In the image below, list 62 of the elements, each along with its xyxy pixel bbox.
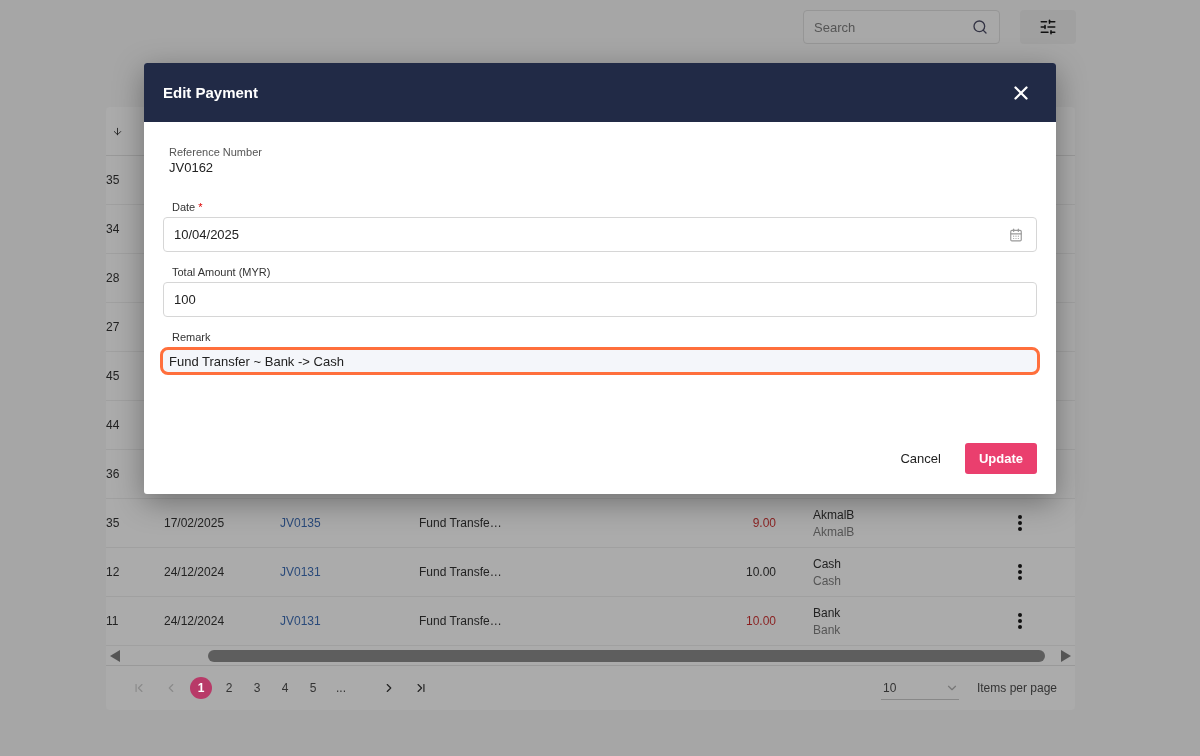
table-cell-text: Fund Transfe… <box>419 565 503 579</box>
table-cell-text: 44 <box>106 418 121 432</box>
input-field[interactable]: 100 <box>163 282 1037 317</box>
page-button[interactable]: 2 <box>218 677 240 699</box>
field-label: Reference Number <box>169 146 263 158</box>
reference-link[interactable]: JV0131 <box>280 614 419 628</box>
table-cell-text: 34 <box>106 222 121 236</box>
last-page-icon <box>414 681 428 695</box>
sort-arrow-icon[interactable] <box>112 125 123 137</box>
page-button[interactable]: 3 <box>246 677 268 699</box>
table-cell-text: AkmalB <box>813 524 856 539</box>
update-button[interactable]: Update <box>964 443 1037 474</box>
table-cell-text: 24/12/2024 <box>164 614 226 628</box>
table-cell-text: Bank <box>813 622 842 637</box>
page-size-select[interactable]: 10 <box>880 676 959 700</box>
table-cell-text: AkmalB <box>813 507 856 522</box>
reference-link[interactable]: JV0131 <box>280 565 419 579</box>
filter-button[interactable] <box>1020 10 1076 44</box>
search-icon[interactable] <box>972 19 988 35</box>
table-cell-text: 35 <box>106 516 121 530</box>
kebab-icon <box>1018 515 1022 531</box>
table-cell-text: 35 <box>106 173 121 187</box>
reference-link[interactable]: JV0135 <box>280 516 419 530</box>
table-cell-text: 36 <box>106 467 121 481</box>
reference-value: JV0162 <box>169 160 215 175</box>
cancel-button[interactable]: Cancel <box>894 443 947 474</box>
table-cell-text: 12 <box>106 565 121 579</box>
page-button[interactable]: 5 <box>302 677 324 699</box>
input-field[interactable]: Fund Transfer ~ Bank -> Cash <box>160 347 1040 375</box>
kebab-icon <box>1018 564 1022 580</box>
table-cell-text: 17/02/2025 <box>164 516 226 530</box>
table-cell-text: 24/12/2024 <box>164 565 226 579</box>
table-cell-text: Cash <box>813 556 842 571</box>
search-field[interactable]: Search <box>803 10 1000 44</box>
table-cell-text: Fund Transfe… <box>419 516 503 530</box>
dialog-title: Edit Payment <box>163 84 259 101</box>
table-cell-text: 28 <box>106 271 121 285</box>
first-page-icon <box>132 681 146 695</box>
table-cell-text: 11 <box>106 614 120 628</box>
page-button[interactable]: 1 <box>190 677 212 699</box>
scrollbar-thumb[interactable] <box>208 649 1045 662</box>
table-cell-text: 45 <box>106 369 121 383</box>
input-field[interactable]: 10/04/2025 <box>163 217 1037 252</box>
page-button[interactable]: 4 <box>274 677 296 699</box>
amount-cell-text: 10.00 <box>744 565 776 579</box>
table-cell-text: 27 <box>106 320 121 334</box>
page-button[interactable]: ... <box>330 677 352 699</box>
amount-cell-text: 10.00 <box>744 614 776 628</box>
field-label: Remark <box>172 331 211 343</box>
amount-cell-text: 9.00 <box>751 516 776 530</box>
kebab-icon <box>1018 613 1022 629</box>
settings-icon <box>1039 18 1057 36</box>
calendar-icon[interactable] <box>1009 228 1023 242</box>
scroll-right-icon[interactable] <box>1061 649 1071 662</box>
items-per-page-label: Items per page <box>976 681 1057 695</box>
table-cell-text: Cash <box>813 573 842 588</box>
field-label: Total Amount (MYR) <box>172 266 271 278</box>
table-cell-text: Bank <box>813 605 842 620</box>
scroll-left-icon[interactable] <box>110 649 120 662</box>
field-label: Date <box>172 201 196 213</box>
required-mark: * <box>198 201 203 213</box>
table-cell-text: Fund Transfe… <box>419 614 503 628</box>
